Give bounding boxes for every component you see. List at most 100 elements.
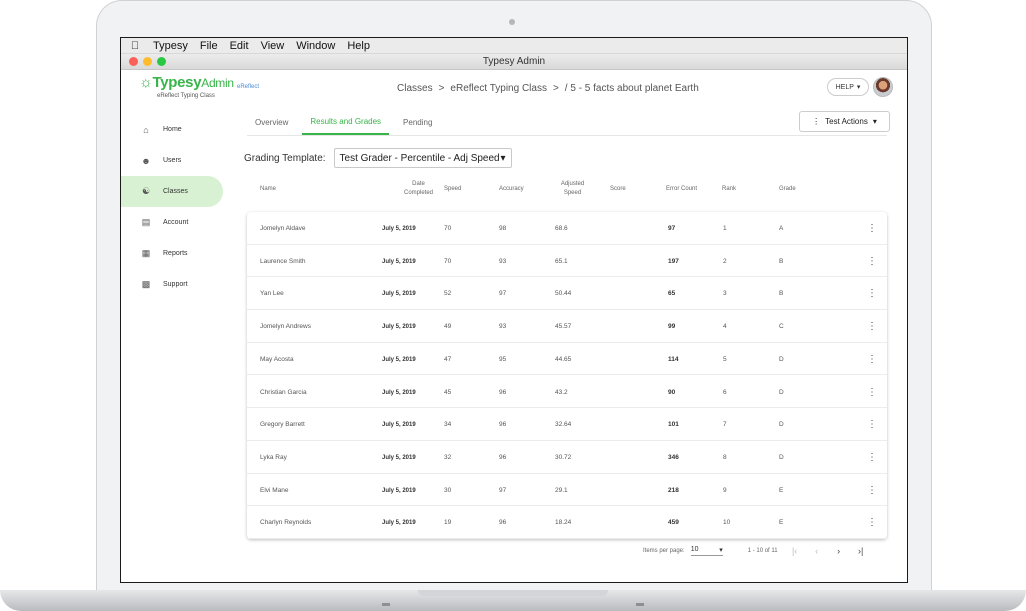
row-more-icon[interactable]: ⋮	[867, 516, 877, 530]
cell-rank: 5	[723, 355, 727, 363]
table-row[interactable]: Jomelyn Andrews July 5, 2019 49 93 45.57 99 4 C…	[247, 310, 887, 343]
menu-edit[interactable]: Edit	[226, 40, 257, 52]
menu-window[interactable]: Window	[292, 40, 343, 52]
apple-icon[interactable]: 	[121, 40, 149, 52]
clipboard-icon: ▤	[141, 217, 151, 227]
cell-accuracy: 98	[499, 225, 507, 232]
items-per-page-value: 10	[690, 546, 699, 553]
classes-icon: ☯	[141, 186, 151, 196]
menu-view[interactable]: View	[257, 40, 293, 52]
cell-adj: 18.24	[555, 519, 572, 527]
cell-adj: 65.1	[555, 257, 568, 265]
table-row[interactable]: Lyka Ray July 5, 2019 32 96 30.72 346 8 D ⋮	[247, 441, 887, 474]
breadcrumb-test: / 5 - 5 facts about planet Earth	[564, 83, 699, 94]
table-row[interactable]: May Acosta July 5, 2019 47 95 44.65 114 5 D ⋮	[247, 343, 887, 376]
cell-speed: 45	[444, 388, 452, 396]
cell-accuracy: 97	[499, 486, 507, 494]
more-vert-icon: ⋮	[812, 117, 821, 126]
table-row[interactable]: Elvi Mane July 5, 2019 30 97 29.1 218 9 E ⋮	[247, 474, 887, 507]
table-row[interactable]: Yan Lee July 5, 2019 52 97 50.44 65 3 B ⋮	[247, 277, 887, 311]
tab-pending[interactable]: Pending	[395, 110, 440, 135]
row-more-icon[interactable]: ⋮	[867, 255, 877, 269]
cell-adj: 68.6	[555, 225, 568, 232]
header-name[interactable]: Name	[260, 186, 276, 192]
sidebar-item-reports[interactable]: ▦ Reports	[121, 238, 223, 269]
cell-speed: 30	[444, 486, 452, 494]
table-row[interactable]: Laurence Smith July 5, 2019 70 93 65.1 197 2 B ⋮	[247, 245, 887, 278]
menu-help[interactable]: Help	[343, 40, 378, 52]
cell-rank: 10	[723, 519, 731, 527]
items-per-page-select[interactable]: 10 ▾	[690, 546, 723, 556]
header-rank[interactable]: Rank	[722, 186, 736, 192]
menu-file[interactable]: File	[196, 40, 226, 52]
sidebar-item-support[interactable]: ▩ Support	[121, 269, 223, 300]
previous-page-icon[interactable]: ‹	[812, 546, 822, 556]
menu-typesy[interactable]: Typesy	[149, 40, 196, 52]
cell-grade: A	[779, 225, 784, 232]
row-more-icon[interactable]: ⋮	[867, 287, 877, 301]
logo-subtitle: eReflect Typing Class	[157, 93, 215, 99]
row-more-icon[interactable]: ⋮	[867, 222, 877, 236]
sidebar-item-label: Home	[163, 126, 182, 133]
cell-date: July 5, 2019	[382, 324, 416, 331]
breadcrumb: Classes > eReflect Typing Class > / 5 - …	[397, 83, 699, 94]
sidebar-item-classes[interactable]: ☯ Classes	[121, 176, 223, 207]
cell-accuracy: 96	[499, 519, 507, 527]
laptop-foot	[636, 603, 644, 606]
cell-speed: 52	[444, 290, 452, 298]
typesy-logo[interactable]: ☼TypesyAdmin	[139, 74, 234, 91]
table-row[interactable]: Gregory Barrett July 5, 2019 34 96 32.64 101 7…	[247, 408, 887, 441]
window-title-bar: Typesy Admin	[121, 54, 907, 70]
grading-template-select[interactable]: Test Grader - Percentile - Adj Speed ▾	[333, 148, 512, 168]
sidebar-item-users[interactable]: ☻ Users	[121, 145, 223, 176]
row-more-icon[interactable]: ⋮	[867, 418, 877, 432]
header-adjusted-speed[interactable]: Adjusted Speed	[555, 181, 590, 196]
row-more-icon[interactable]: ⋮	[867, 386, 877, 400]
logo-mark-icon: ☼	[139, 74, 153, 91]
avatar[interactable]	[873, 77, 893, 97]
header-score[interactable]: Score	[610, 186, 626, 192]
header-error-count[interactable]: Error Count	[666, 186, 697, 192]
cell-errors: 90	[668, 388, 676, 396]
sidebar-item-account[interactable]: ▤ Account	[121, 207, 223, 238]
table-row[interactable]: Charlyn Reynolds July 5, 2019 19 96 18.24 459…	[247, 506, 887, 539]
cell-date: July 5, 2019	[382, 356, 416, 363]
support-icon: ▩	[141, 279, 151, 289]
last-page-icon[interactable]: ›|	[856, 546, 866, 556]
sidebar-item-home[interactable]: ⌂ Home	[121, 114, 223, 145]
cell-name: Charlyn Reynolds	[260, 519, 312, 527]
test-actions-button[interactable]: ⋮ Test Actions ▾	[799, 111, 890, 132]
cell-rank: 6	[723, 388, 727, 396]
cell-name: Elvi Mane	[260, 486, 289, 494]
row-more-icon[interactable]: ⋮	[867, 451, 877, 465]
sidebar-item-label: Users	[163, 157, 182, 164]
cell-grade: D	[779, 453, 784, 461]
tab-overview[interactable]: Overview	[247, 110, 296, 135]
header-grade[interactable]: Grade	[779, 186, 796, 192]
screen:  Typesy File Edit View Window Help Type…	[120, 37, 908, 583]
cell-date: July 5, 2019	[382, 291, 416, 298]
pagination: Items per page: 10 ▾ 1 - 10 of 11 |‹ ‹ ›…	[643, 546, 866, 556]
table-row[interactable]: Jomelyn Aldave July 5, 2019 70 98 68.6 97 1 A ⋮	[247, 212, 887, 245]
row-more-icon[interactable]: ⋮	[867, 353, 877, 367]
cell-grade: E	[779, 519, 784, 527]
breadcrumb-classes[interactable]: Classes	[397, 83, 433, 94]
grading-template-label: Grading Template:	[244, 152, 326, 164]
row-more-icon[interactable]: ⋮	[867, 320, 877, 334]
header-date[interactable]: Date Completed	[396, 181, 441, 196]
header-accuracy[interactable]: Accuracy	[499, 186, 524, 192]
breadcrumb-class[interactable]: eReflect Typing Class	[450, 83, 547, 94]
cell-adj: 43.2	[555, 388, 568, 396]
first-page-icon[interactable]: |‹	[790, 546, 800, 556]
cell-errors: 218	[668, 486, 679, 494]
cell-errors: 346	[668, 453, 679, 461]
breadcrumb-separator: >	[438, 83, 445, 94]
table-row[interactable]: Christian Garcia July 5, 2019 45 96 43.2 90 6 D…	[247, 376, 887, 409]
help-label: HELP	[835, 83, 854, 91]
row-more-icon[interactable]: ⋮	[867, 484, 877, 498]
help-button[interactable]: HELP ▾	[827, 78, 869, 96]
cell-date: July 5, 2019	[382, 389, 416, 396]
header-speed[interactable]: Speed	[444, 186, 461, 192]
tab-results-and-grades[interactable]: Results and Grades	[302, 110, 390, 135]
next-page-icon[interactable]: ›	[834, 546, 844, 556]
